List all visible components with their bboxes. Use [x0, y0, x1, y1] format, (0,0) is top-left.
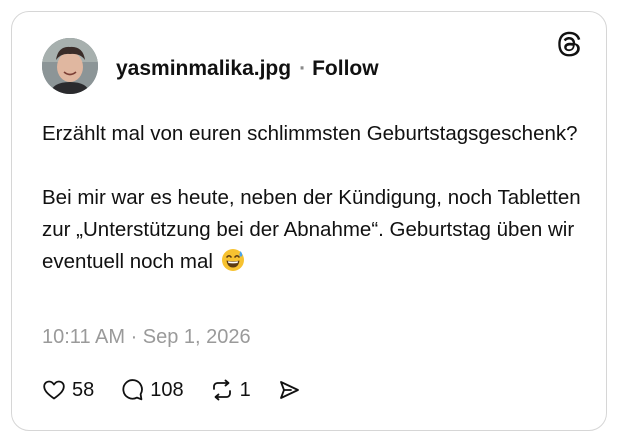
username-link[interactable]: yasminmalika.jpg: [116, 57, 291, 80]
repost-button[interactable]: 1: [210, 378, 251, 402]
send-icon: [279, 381, 299, 399]
reply-button[interactable]: 108: [120, 378, 184, 402]
follow-button[interactable]: Follow: [312, 57, 379, 80]
like-count: 58: [72, 378, 95, 401]
action-bar: 58 108 1: [42, 374, 327, 406]
post-timestamp: 10:11 AM · Sep 1, 2026: [42, 326, 251, 348]
separator-dot: ·: [299, 57, 307, 80]
grinning-face-with-sweat-icon: [221, 249, 244, 271]
repost-icon: [212, 379, 231, 401]
post-paragraph-2: Bei mir war es heute, neben der Kündigun…: [42, 182, 582, 278]
post-body: Erzählt mal von euren schlimmsten Geburt…: [42, 118, 582, 278]
heart-icon: [43, 380, 65, 400]
like-button[interactable]: 58: [42, 378, 94, 402]
speech-bubble-icon: [122, 379, 144, 401]
repost-count: 1: [239, 378, 251, 401]
share-button[interactable]: [277, 378, 301, 402]
post-header: yasminmalika.jpg · Follow: [116, 56, 379, 82]
post-paragraph-1: Erzählt mal von euren schlimmsten Geburt…: [42, 122, 578, 145]
threads-post-card: yasminmalika.jpg · Follow Erzählt mal von …: [11, 11, 607, 431]
threads-logo-icon[interactable]: [556, 30, 584, 58]
post-paragraph-2-text: Bei mir war es heute, neben der Kündigun…: [42, 186, 581, 273]
reply-count: 108: [150, 378, 184, 401]
avatar[interactable]: [42, 38, 98, 94]
